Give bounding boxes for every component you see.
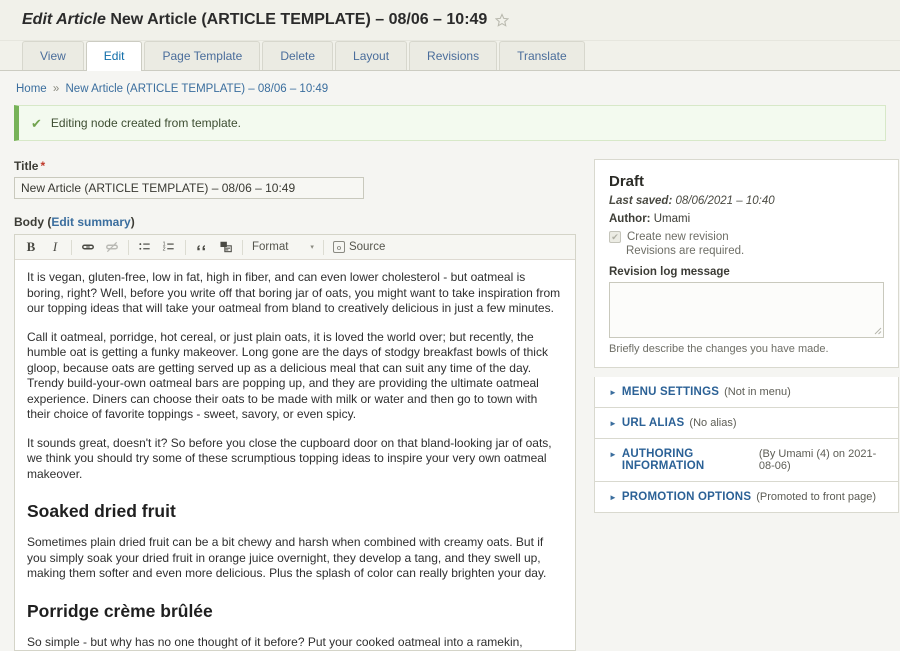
format-dropdown[interactable]: Format ▾ [247,241,319,253]
page-title-main: New Article (ARTICLE TEMPLATE) – 08/06 –… [110,11,488,28]
toolbar-separator [242,239,243,255]
author-label: Author: [609,213,651,225]
sidebar-section-url-alias[interactable]: ► URL ALIAS (No alias) [594,408,899,439]
revision-log-wrapper [609,282,884,338]
source-button-label: Source [348,241,386,253]
bulleted-list-icon[interactable] [134,237,156,257]
status-message-text: Editing node created from template. [50,116,242,130]
section-title: URL ALIAS [621,417,685,429]
revision-log-textarea[interactable] [609,282,884,338]
author-line: Author: Umami [609,213,884,225]
sidebar-section-menu-settings[interactable]: ► MENU SETTINGS (Not in menu) [594,377,899,408]
unlink-icon [101,237,123,257]
bold-button[interactable]: B [20,237,42,257]
edit-form-columns: Title* Body (Edit summary) B I [14,159,899,651]
sidebar-section-promotion-options[interactable]: ► PROMOTION OPTIONS (Promoted to front p… [594,482,899,513]
required-marker: * [40,159,46,173]
form-sidebar: Draft Last saved: 08/06/2021 – 10:40 Aut… [594,159,899,513]
tab-revisions[interactable]: Revisions [409,41,498,70]
chevron-right-icon: ► [609,419,617,428]
chevron-right-icon: ► [609,493,617,502]
revisions-required-note: Revisions are required. [626,245,745,257]
sidebar-section-authoring-information[interactable]: ► AUTHORING INFORMATION (By Umami (4) on… [594,439,899,482]
last-saved-value: 08/06/2021 – 10:40 [675,195,775,207]
breadcrumb-separator: » [52,83,60,95]
page-header: Edit Article New Article (ARTICLE TEMPLA… [0,0,900,41]
italic-button[interactable]: I [44,237,66,257]
section-summary: (By Umami (4) on 2021-08-06) [758,448,877,472]
content-region: Home » New Article (ARTICLE TEMPLATE) – … [0,71,900,651]
chevron-right-icon: ► [609,388,617,397]
body-paragraph: Sometimes plain dried fruit can be a bit… [27,535,547,580]
tab-page-template[interactable]: Page Template [144,41,261,70]
tab-delete[interactable]: Delete [262,41,334,70]
primary-tabs: View Edit Page Template Delete Layout Re… [0,41,900,71]
page-title-prefix: Edit Article [22,11,106,28]
toolbar-separator [71,239,72,255]
body-editor: B I 1 2 Format ▾ o Source It is vegan, g… [14,234,576,651]
tab-layout[interactable]: Layout [335,41,408,70]
create-new-revision-checkbox: ✔ [609,231,621,243]
body-field-label: Body (Edit summary) [14,215,135,229]
source-button[interactable]: o Source [328,241,390,253]
chevron-down-icon: ▾ [310,244,314,251]
breadcrumb: Home » New Article (ARTICLE TEMPLATE) – … [14,71,886,105]
body-heading: Porridge crème brûlée [27,600,213,621]
svg-text:2: 2 [163,247,166,253]
source-code-icon: o [332,241,345,253]
tab-translate[interactable]: Translate [499,41,585,70]
body-text-area[interactable]: It is vegan, gluten-free, low in fat, hi… [15,260,575,650]
section-summary: (Promoted to front page) [756,491,877,503]
body-paragraph: Call it oatmeal, porridge, hot cereal, o… [27,329,548,422]
numbered-list-icon[interactable]: 1 2 [158,237,180,257]
section-title: MENU SETTINGS [621,386,720,398]
blockquote-icon[interactable] [191,237,213,257]
tab-view[interactable]: View [22,41,84,70]
form-main-column: Title* Body (Edit summary) B I [14,159,576,651]
body-heading: Soaked dried fruit [27,501,176,521]
body-paragraph: So simple - but why has no one thought o… [27,634,523,649]
breadcrumb-current-link[interactable]: New Article (ARTICLE TEMPLATE) – 08/06 –… [66,83,329,95]
section-title: PROMOTION OPTIONS [621,491,752,503]
revision-log-label: Revision log message [609,266,730,278]
section-summary: (No alias) [689,417,737,429]
body-paragraph: It is vegan, gluten-free, low in fat, hi… [27,270,561,315]
toolbar-separator [185,239,186,255]
toolbar-separator [128,239,129,255]
section-title: AUTHORING INFORMATION [621,448,705,472]
breadcrumb-home-link[interactable]: Home [16,83,47,95]
link-icon[interactable] [77,237,99,257]
status-message: ✔ Editing node created from template. [14,105,886,141]
title-label-text: Title [14,159,39,173]
title-input[interactable] [14,177,364,199]
author-value: Umami [653,213,691,225]
body-paragraph: It sounds great, doesn't it? So before y… [27,435,552,481]
check-icon: ✔ [31,115,42,131]
editor-toolbar: B I 1 2 Format ▾ o Source [15,235,575,260]
media-embed-icon[interactable] [215,237,237,257]
body-label-text: Body [14,215,44,229]
last-saved: Last saved: 08/06/2021 – 10:40 [609,195,884,207]
edit-summary-link[interactable]: Edit summary [51,215,130,229]
revision-log-description: Briefly describe the changes you have ma… [609,343,829,355]
revision-information-box: Draft Last saved: 08/06/2021 – 10:40 Aut… [594,159,899,368]
create-new-revision-label: Create new revision [627,231,729,243]
create-new-revision-row: ✔ Create new revision [609,231,884,243]
page-title: Edit Article New Article (ARTICLE TEMPLA… [22,11,487,29]
tab-edit[interactable]: Edit [85,41,143,71]
moderation-state: Draft [609,173,645,190]
section-summary: (Not in menu) [724,386,791,398]
format-dropdown-label: Format [252,241,289,253]
toolbar-separator [322,239,324,255]
title-field-label: Title * [14,159,576,173]
star-outline-icon[interactable] [495,13,510,27]
last-saved-label: Last saved: [609,195,673,207]
chevron-right-icon: ► [609,450,617,459]
